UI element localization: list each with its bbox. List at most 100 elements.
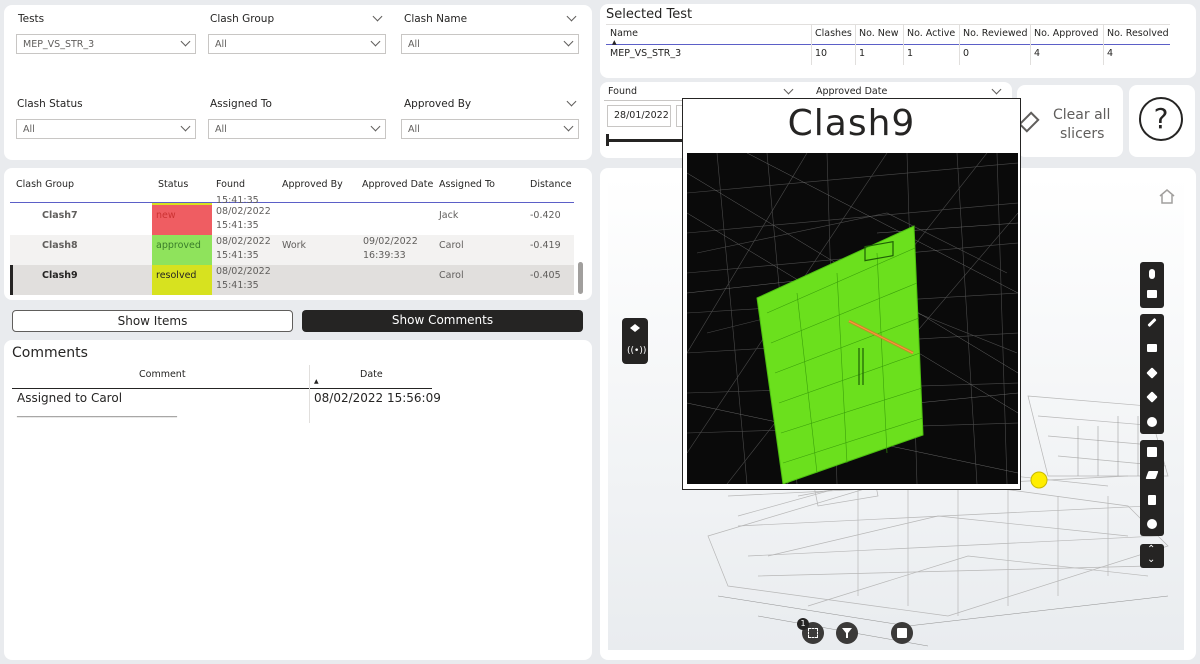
chevron-down-icon [783,84,794,95]
row-found-time: 15:41:35 [216,280,259,291]
sort-asc-icon: ▲ [612,39,617,46]
cell-name: MEP_VS_STR_3 [610,48,682,59]
save-view-button[interactable] [891,622,913,644]
found-start-date-input[interactable]: 28/01/2022 [607,105,671,127]
clash-status-dropdown-value: All [23,124,35,135]
chevron-down-icon[interactable] [372,11,383,22]
col-no-approved[interactable]: No. Approved [1034,27,1098,41]
show-items-button[interactable]: Show Items [12,310,293,332]
col-found[interactable]: Found [216,178,245,192]
row-approved-date: 09/02/2022 [363,236,418,247]
camera-icon[interactable] [1147,290,1157,298]
popup-title: Clash9 [787,103,916,144]
navigation-toolbar [1140,262,1164,308]
found-start-date-value: 28/01/2022 [614,110,669,121]
clash-popup[interactable]: Clash9 [682,98,1021,490]
assigned-to-filter-label: Assigned To [210,98,272,110]
chevron-down-icon [563,121,574,132]
row-distance: -0.420 [530,210,561,221]
row-approved-time: 16:39:33 [363,250,406,261]
explode-icon[interactable] [1147,417,1157,427]
properties-icon[interactable] [1148,495,1156,505]
approved-by-dropdown[interactable]: All [401,119,579,139]
filter-button[interactable] [836,622,858,644]
row-found-date: 08/02/2022 [216,266,271,277]
clear-all-slicers-button[interactable]: Clear all slicers [1017,85,1123,157]
row-clash-group: Clash7 [42,210,78,221]
chevron-down-icon [563,36,574,47]
chevron-down-icon[interactable] [566,96,577,107]
selected-test-title: Selected Test [606,7,693,22]
row-distance: -0.405 [530,270,561,281]
row-status: new [156,210,176,221]
table-row-selected[interactable]: Clash9 resolved 08/02/2022 15:41:35 Caro… [10,265,574,295]
viewer-left-toolbar: ((•)) [622,318,648,364]
row-found-time: 15:41:35 [216,220,259,231]
clash-group-dropdown[interactable]: All [208,34,386,54]
clash-name-dropdown[interactable]: All [401,34,579,54]
help-panel: ? [1129,85,1195,157]
stack-icon[interactable] [1146,391,1158,403]
table-scrollbar[interactable] [578,262,583,294]
cell-clashes: 10 [815,48,828,59]
col-no-active[interactable]: No. Active [907,27,955,41]
found-range-slider[interactable] [608,139,684,142]
collapse-toolbar-button[interactable]: ⌃ ⌄ [1140,544,1164,568]
measure-icon[interactable] [1147,317,1157,328]
chevron-down-icon [370,121,381,132]
eraser-icon [1018,111,1040,133]
row-found-time: 15:41:35 [216,250,259,261]
chevron-down-icon[interactable] [566,11,577,22]
sheets-icon[interactable] [1145,471,1159,479]
row-assigned-to: Carol [439,240,464,251]
cell-no-reviewed: 0 [963,48,970,59]
col-no-reviewed[interactable]: No. Reviewed [963,27,1028,41]
gear-icon[interactable] [1147,519,1157,529]
comments-panel: Comments Comment ▲ Date Assigned to Caro… [4,340,592,660]
tests-dropdown-value: MEP_VS_STR_3 [23,39,95,50]
col-clashes[interactable]: Clashes [815,27,852,41]
broadcast-icon[interactable]: ((•)) [627,346,646,356]
row-approved-by: Work [282,240,307,251]
person-icon[interactable] [1149,269,1155,279]
col-no-resolved[interactable]: No. Resolved [1107,27,1169,41]
assigned-to-dropdown[interactable]: All [208,119,386,139]
cube-icon[interactable] [1146,367,1158,379]
col-date[interactable]: Date [360,368,383,382]
clash-status-dropdown[interactable]: All [16,119,196,139]
layers-icon[interactable] [630,324,640,332]
settings-toolbar [1140,440,1164,536]
col-clash-group[interactable]: Clash Group [16,178,74,192]
col-comment[interactable]: Comment [139,368,186,382]
row-found-date: 08/02/2022 [216,206,271,217]
table-row[interactable]: Clash8 approved 08/02/2022 15:41:35 Work… [10,235,574,265]
tests-dropdown[interactable]: MEP_VS_STR_3 [16,34,196,54]
show-comments-button[interactable]: Show Comments [302,310,583,332]
slider-handle[interactable] [606,134,609,146]
selected-test-table: Name ▲ Clashes No. New No. Active No. Re… [606,24,1170,65]
folder-icon[interactable] [1147,344,1157,352]
selection-icon [808,628,818,638]
clash-table-panel: Clash Group Status Found Approved By App… [4,168,592,300]
col-approved-date[interactable]: Approved Date [362,178,433,192]
col-assigned-to[interactable]: Assigned To [439,178,495,192]
save-icon [897,628,907,638]
col-distance[interactable]: Distance [530,178,572,192]
table-row[interactable]: Clash7 new 08/02/2022 15:41:35 Jack -0.4… [10,205,574,235]
help-icon[interactable]: ? [1139,97,1183,141]
hierarchy-icon[interactable] [1147,447,1157,457]
row-status: approved [156,240,201,251]
cell-no-active: 1 [907,48,914,59]
col-status[interactable]: Status [158,178,188,192]
approved-by-filter-label: Approved By [404,98,472,110]
comment-date: 08/02/2022 15:56:09 [314,391,441,405]
chevron-down-icon [991,84,1002,95]
found-slicer-label: Found [608,86,638,97]
clash-group-filter-label: Clash Group [210,13,275,25]
col-no-new[interactable]: No. New [859,27,899,41]
col-approved-by[interactable]: Approved By [282,178,343,192]
clash-marker[interactable] [1030,471,1048,489]
home-icon[interactable] [1158,188,1176,204]
row-assigned-to: Carol [439,270,464,281]
tests-filter-label: Tests [18,13,45,25]
